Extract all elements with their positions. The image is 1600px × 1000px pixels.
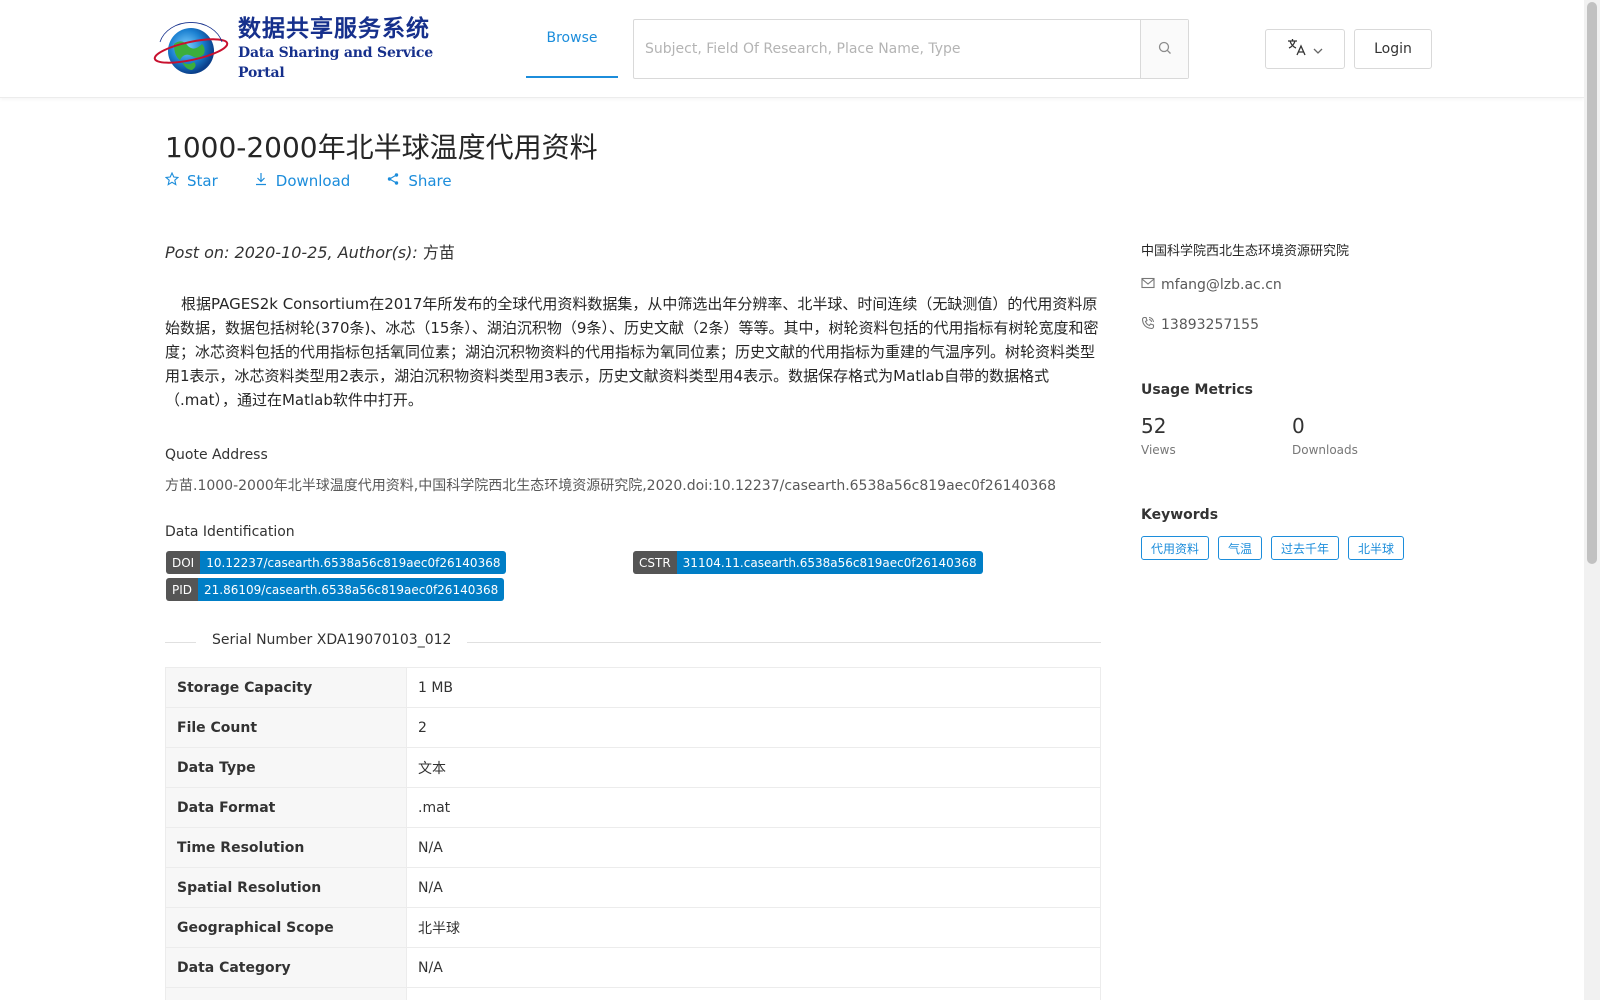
scrollbar-thumb[interactable] — [1587, 2, 1597, 564]
dataset-actions: Star Download Share — [164, 171, 452, 190]
table-row — [165, 987, 1101, 1000]
contact-email[interactable]: mfang@lzb.ac.cn — [1141, 277, 1282, 293]
keywords-title: Keywords — [1141, 507, 1219, 523]
doi-badge[interactable]: DOI 10.12237/casearth.6538a56c819aec0f26… — [166, 551, 507, 574]
meta-key: Data Type — [165, 747, 407, 788]
keyword-tag[interactable]: 过去千年 — [1271, 536, 1340, 560]
table-row: Geographical Scope 北半球 — [165, 907, 1101, 948]
meta-key: Spatial Resolution — [165, 867, 407, 908]
phone-text: 13893257155 — [1161, 317, 1259, 333]
views-label: Views — [1141, 443, 1176, 457]
metadata-table: Storage Capacity 1 MB File Count 2 Data Ty… — [165, 667, 1101, 1000]
page-scrollbar[interactable] — [1584, 0, 1600, 1000]
keyword-tag[interactable]: 气温 — [1218, 536, 1263, 560]
downloads-count: 0 — [1292, 414, 1305, 438]
meta-value: 北半球 — [406, 907, 1101, 948]
cstr-badge-value: 31104.11.casearth.6538a56c819aec0f261403… — [676, 551, 983, 574]
organization-name: 中国科学院西北生态环境资源研究院 — [1141, 244, 1350, 259]
meta-value: N/A — [406, 947, 1101, 988]
table-row: Data Format .mat — [165, 787, 1101, 828]
table-row: Data Type 文本 — [165, 747, 1101, 788]
meta-value: N/A — [406, 827, 1101, 868]
meta-key: Time Resolution — [165, 827, 407, 868]
cstr-badge-key: CSTR — [633, 551, 677, 574]
table-row: Data Category N/A — [165, 947, 1101, 988]
author-name[interactable]: 方苗 — [423, 243, 455, 262]
share-icon — [386, 172, 400, 190]
quote-address-label: Quote Address — [165, 447, 268, 463]
download-icon — [254, 172, 268, 190]
star-icon — [164, 171, 180, 190]
meta-value: 文本 — [406, 747, 1101, 788]
quote-address: 方苗.1000-2000年北半球温度代用资料,中国科学院西北生态环境资源研究院,… — [165, 478, 1057, 494]
share-label: Share — [408, 172, 452, 190]
mail-icon — [1141, 277, 1155, 293]
dataset-description: 根据PAGES2k Consortium在2017年所发布的全球代用资料数据集，… — [165, 295, 1099, 409]
nav-browse-tab[interactable]: Browse — [526, 0, 618, 78]
usage-metrics-title: Usage Metrics — [1141, 382, 1253, 398]
meta-key: Data Category — [165, 947, 407, 988]
meta-value — [406, 987, 1101, 1000]
meta-key: Data Format — [165, 787, 407, 828]
logo-english-title: Data Sharing and Service Portal — [238, 45, 433, 81]
share-button[interactable]: Share — [386, 172, 452, 190]
cstr-badge[interactable]: CSTR 31104.11.casearth.6538a56c819aec0f2… — [633, 551, 983, 574]
search-button[interactable] — [1140, 20, 1188, 78]
pid-badge-key: PID — [166, 578, 199, 601]
translate-icon — [1287, 38, 1307, 60]
search-icon — [1158, 40, 1172, 59]
table-row: Time Resolution N/A — [165, 827, 1101, 868]
doi-badge-key: DOI — [166, 551, 201, 574]
meta-value: 1 MB — [406, 667, 1101, 708]
meta-key: Geographical Scope — [165, 907, 407, 948]
meta-value: N/A — [406, 867, 1101, 908]
meta-value: 2 — [406, 707, 1101, 748]
meta-key: Storage Capacity — [165, 667, 407, 708]
keyword-tag[interactable]: 北半球 — [1348, 536, 1405, 560]
doi-badge-value: 10.12237/casearth.6538a56c819aec0f261403… — [200, 551, 507, 574]
search-input[interactable] — [634, 20, 1140, 78]
post-info: Post on: 2020-10-25, Author(s): 方苗 — [165, 239, 455, 263]
site-logo[interactable]: 数据共享服务系统 Data Sharing and Service Portal — [152, 16, 442, 81]
table-row: Storage Capacity 1 MB — [165, 667, 1101, 708]
table-row: File Count 2 — [165, 707, 1101, 748]
email-text: mfang@lzb.ac.cn — [1161, 277, 1282, 293]
star-button[interactable]: Star — [164, 171, 218, 190]
login-button[interactable]: Login — [1354, 29, 1432, 69]
download-button[interactable]: Download — [254, 172, 351, 190]
meta-value: .mat — [406, 787, 1101, 828]
downloads-label: Downloads — [1292, 443, 1358, 457]
keyword-tag[interactable]: 代用资料 — [1141, 536, 1210, 560]
keyword-list: 代用资料 气温 过去千年 北半球 — [1141, 536, 1405, 560]
views-count: 52 — [1141, 414, 1167, 438]
top-header: 数据共享服务系统 Data Sharing and Service Portal… — [0, 0, 1584, 98]
logo-chinese-title: 数据共享服务系统 — [238, 16, 430, 42]
phone-icon — [1141, 316, 1155, 334]
meta-key: File Count — [165, 707, 407, 748]
globe-logo-icon — [152, 20, 230, 78]
meta-key — [165, 987, 407, 1000]
contact-phone: 13893257155 — [1141, 316, 1259, 334]
dataset-title: 1000-2000年北半球温度代用资料 — [165, 131, 598, 164]
chevron-down-icon — [1313, 40, 1323, 59]
star-label: Star — [187, 172, 218, 190]
download-label: Download — [275, 172, 351, 190]
data-identification-label: Data Identification — [165, 524, 295, 540]
language-selector[interactable] — [1265, 29, 1345, 69]
serial-number: Serial Number XDA19070103_012 — [196, 632, 468, 648]
pid-badge-value: 21.86109/casearth.6538a56c819aec0f261403… — [198, 578, 505, 601]
table-row: Spatial Resolution N/A — [165, 867, 1101, 908]
search-box — [633, 19, 1189, 79]
pid-badge[interactable]: PID 21.86109/casearth.6538a56c819aec0f26… — [166, 578, 505, 601]
post-date: Post on: 2020-10-25, Author(s): — [165, 243, 418, 262]
